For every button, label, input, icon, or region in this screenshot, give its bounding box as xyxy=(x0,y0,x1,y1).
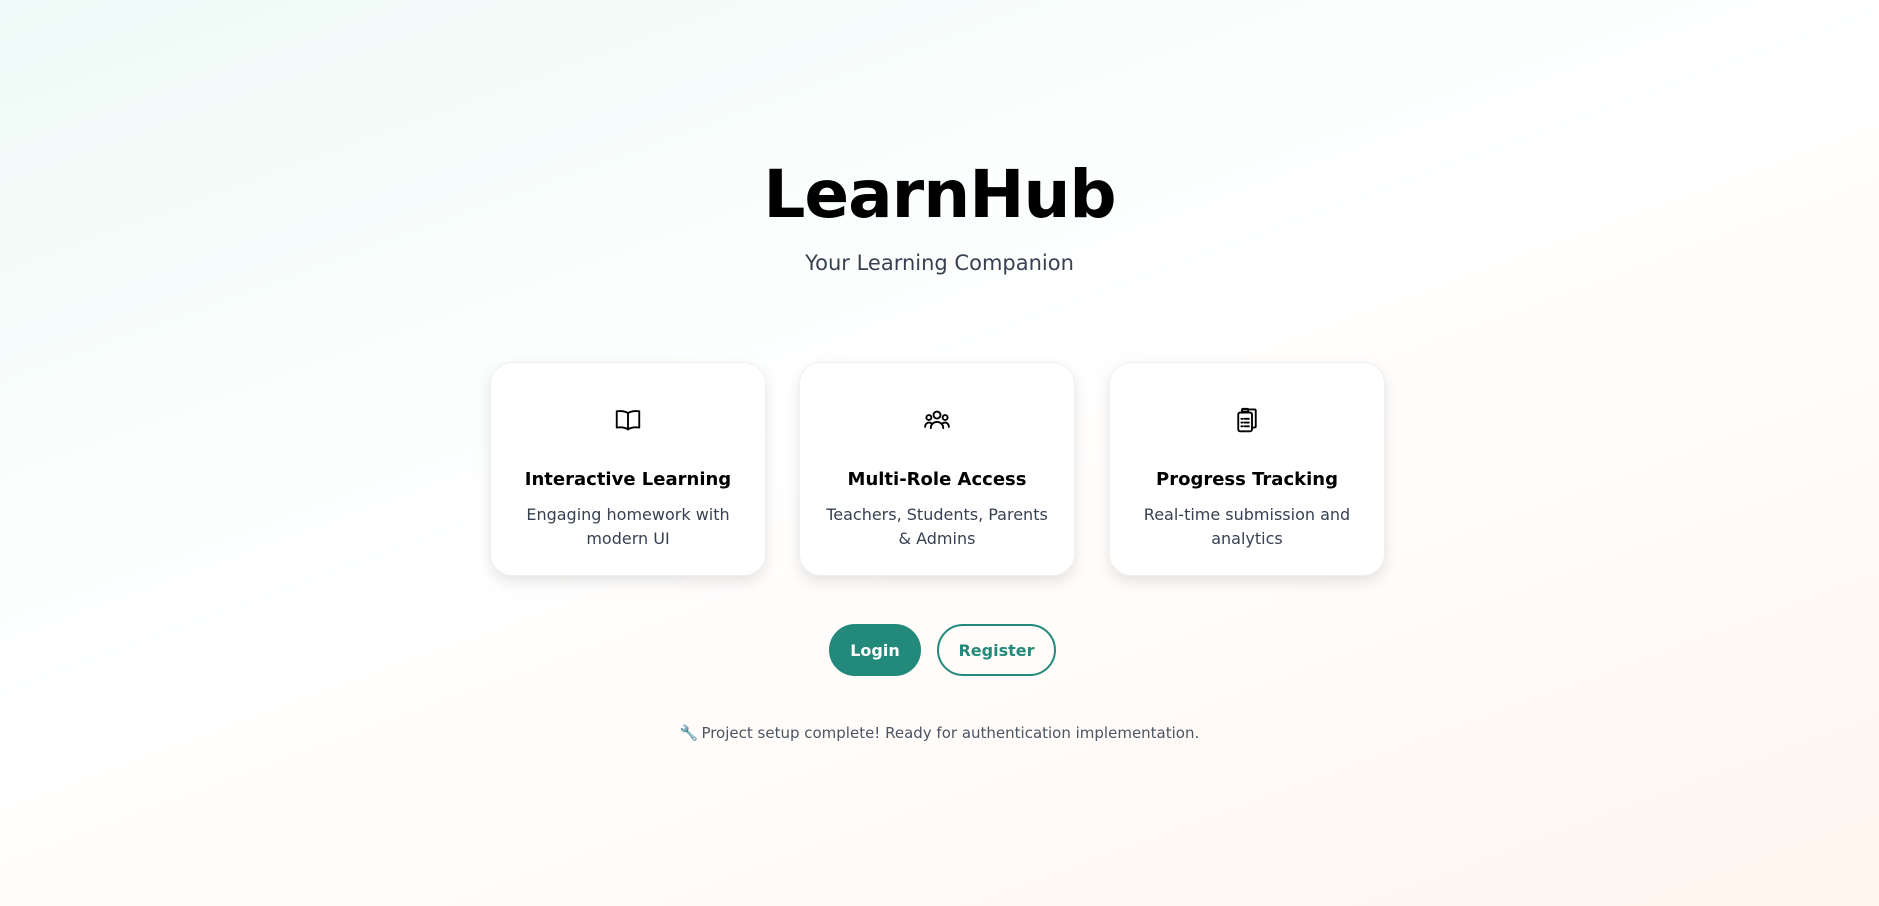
login-button[interactable]: Login xyxy=(829,624,921,676)
status-message: 🔧 Project setup complete! Ready for authe… xyxy=(0,722,1879,744)
feature-cards: Interactive Learning Engaging homework w… xyxy=(490,362,1385,576)
feature-title: Interactive Learning xyxy=(524,469,732,490)
book-icon xyxy=(491,405,765,435)
app-subtitle: Your Learning Companion xyxy=(805,251,1074,275)
app-title: LearnHub xyxy=(763,156,1116,233)
feature-card-multi-role-access: Multi-Role Access Teachers, Students, Pa… xyxy=(799,362,1075,576)
clipboard-icon xyxy=(1110,405,1384,435)
feature-title: Multi-Role Access xyxy=(847,469,1027,490)
feature-description: Engaging homework with modern UI xyxy=(526,505,730,548)
register-button[interactable]: Register xyxy=(937,624,1056,676)
feature-description: Teachers, Students, Parents & Admins xyxy=(826,505,1048,548)
feature-description: Real-time submission and analytics xyxy=(1143,505,1351,548)
landing-page: LearnHub Your Learning Companion Interac… xyxy=(0,0,1879,906)
auth-actions: Login Register xyxy=(0,624,1879,676)
feature-card-interactive-learning: Interactive Learning Engaging homework w… xyxy=(490,362,766,576)
feature-title: Progress Tracking xyxy=(1156,469,1338,490)
users-icon xyxy=(800,405,1074,435)
wrench-icon: 🔧 xyxy=(679,724,699,742)
feature-card-progress-tracking: Progress Tracking Real-time submission a… xyxy=(1109,362,1385,576)
status-text: Project setup complete! Ready for authen… xyxy=(701,724,1200,742)
